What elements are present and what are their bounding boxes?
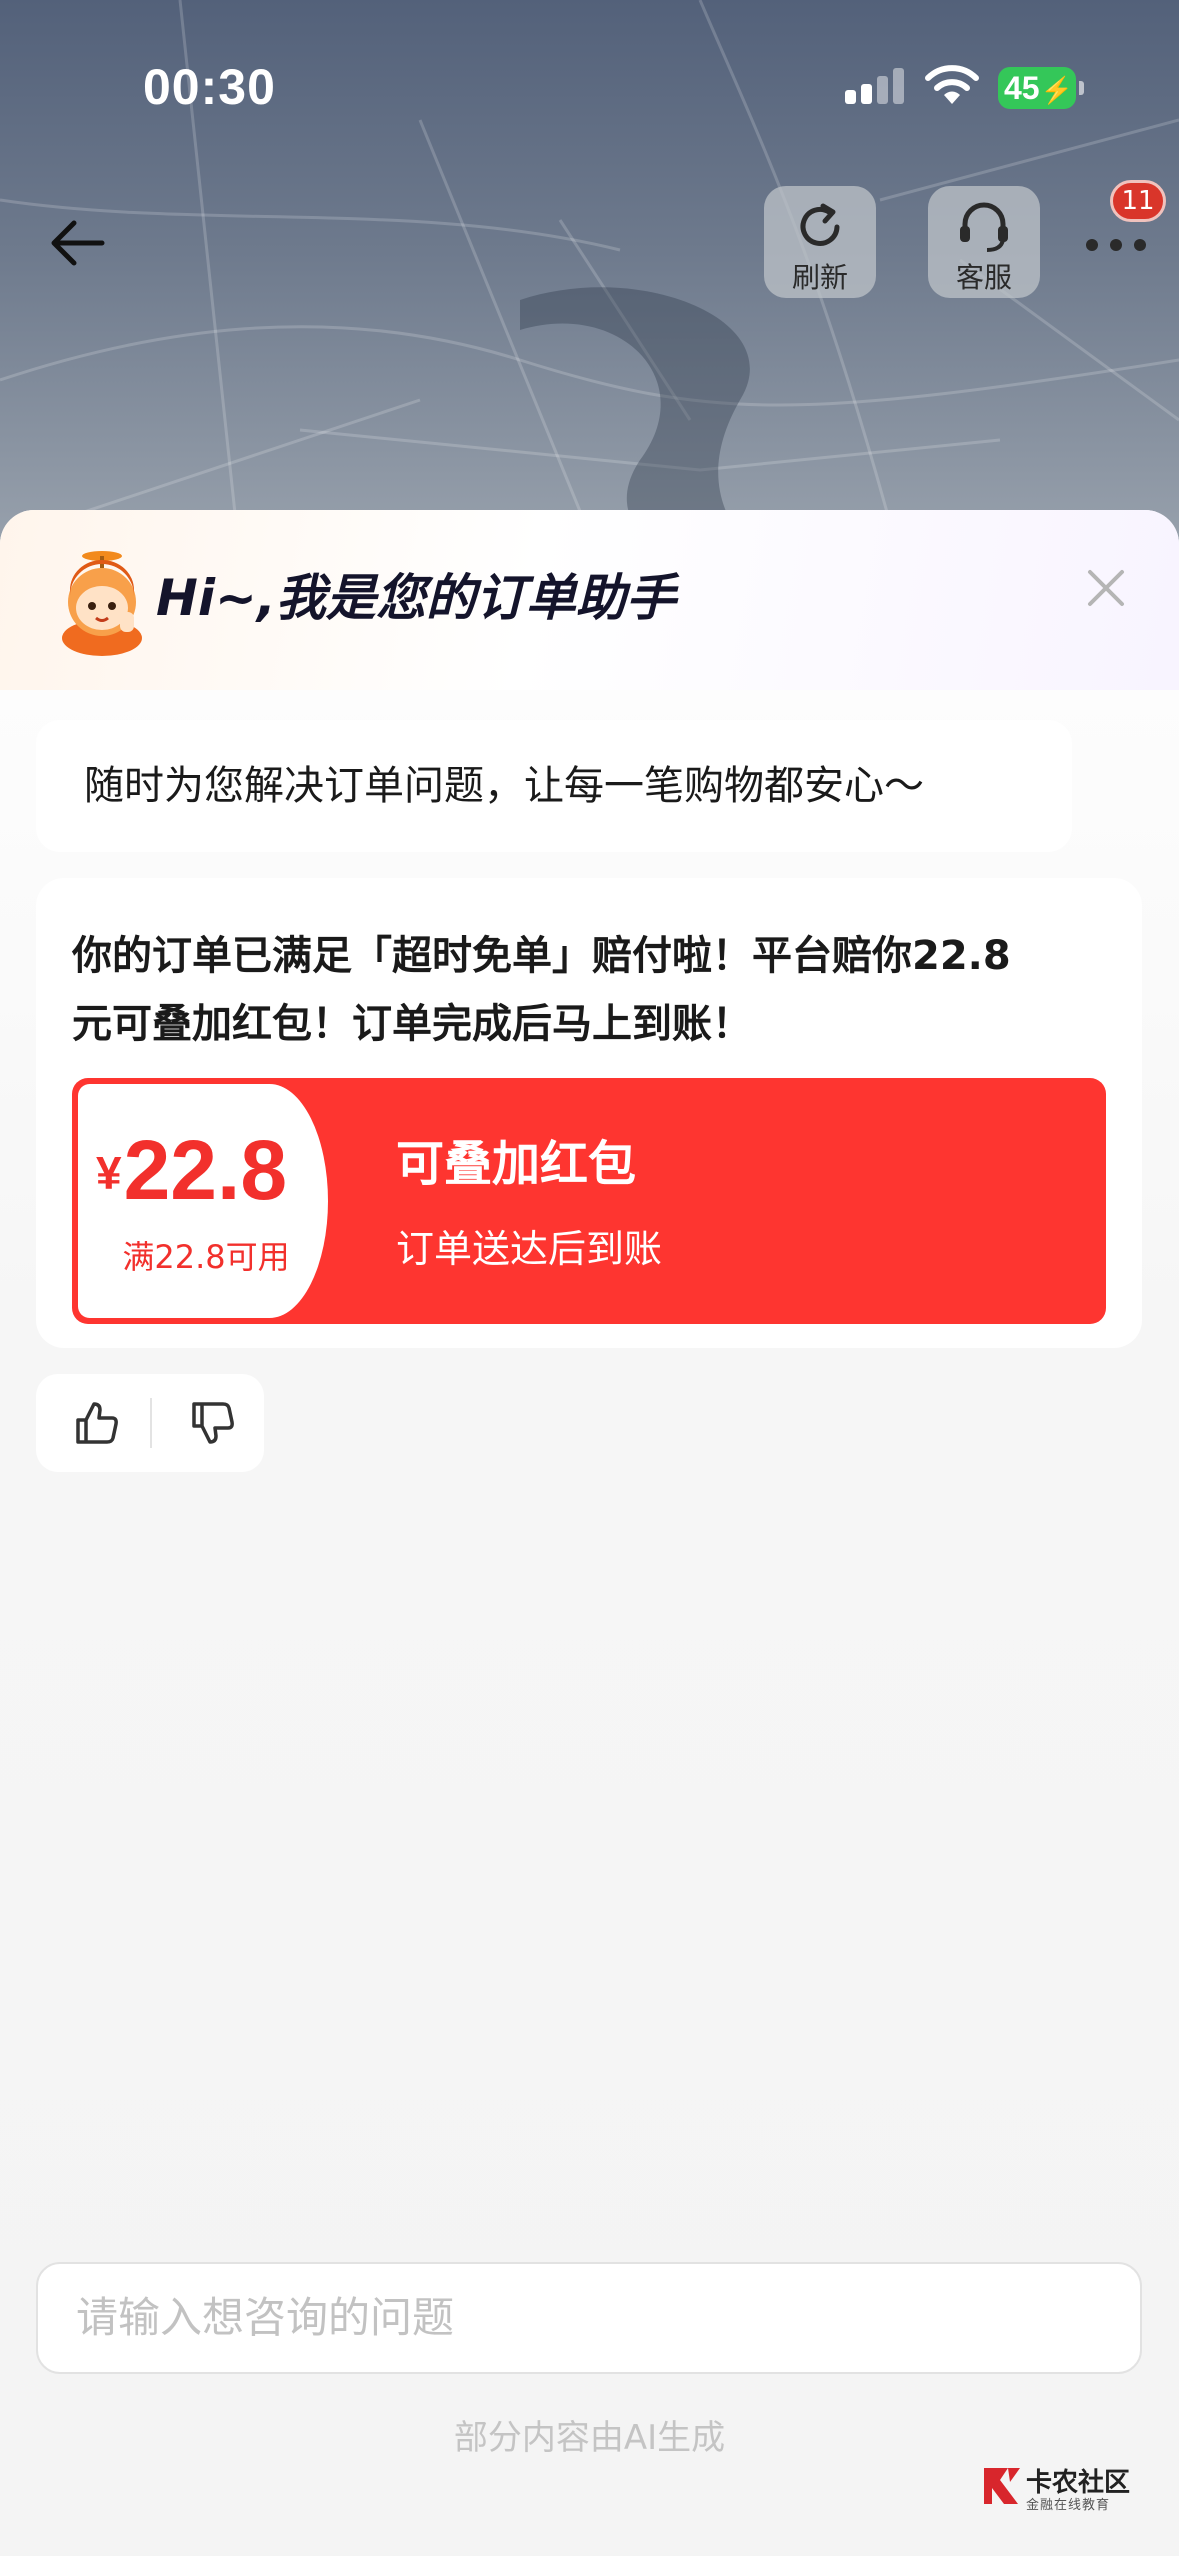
feedback-bar xyxy=(36,1374,264,1472)
status-time: 00:30 xyxy=(143,59,276,115)
more-menu-icon[interactable] xyxy=(1080,220,1152,270)
question-input[interactable]: 请输入想咨询的问题 xyxy=(36,2262,1142,2374)
refresh-label: 刷新 xyxy=(791,261,848,294)
customer-service-button[interactable]: 客服 xyxy=(928,186,1040,298)
headset-icon xyxy=(960,202,1008,252)
close-icon[interactable] xyxy=(1086,568,1126,608)
coupon-title: 可叠加红包 xyxy=(396,1136,637,1192)
coupon-amount-value: 22.8 xyxy=(123,1123,288,1217)
compensation-text: 你的订单已满足「超时免单」赔付啦！平台赔你22.8 元可叠加红包！订单完成后马上… xyxy=(72,922,1112,1058)
service-label: 客服 xyxy=(955,261,1012,294)
refresh-icon xyxy=(800,203,840,246)
thumbs-up-icon[interactable] xyxy=(72,1398,122,1448)
thumbs-down-icon[interactable] xyxy=(188,1398,238,1448)
coupon-subtitle: 订单送达后到账 xyxy=(396,1227,663,1271)
currency-symbol: ¥ xyxy=(96,1147,122,1199)
coupon-value-panel: ¥22.8 满22.8可用 xyxy=(78,1084,328,1318)
charging-bolt-icon: ⚡ xyxy=(1040,75,1073,105)
cellular-signal-icon xyxy=(845,68,904,104)
watermark-logo-icon xyxy=(984,2468,1020,2504)
watermark-subtitle: 金融在线教育 xyxy=(1026,2498,1111,2513)
ai-generated-note: 部分内容由AI生成 xyxy=(453,2418,726,2458)
battery-level: 45 xyxy=(1004,70,1040,106)
notification-badge: 11 xyxy=(1110,180,1166,222)
feedback-divider xyxy=(150,1398,152,1448)
coupon-condition: 满22.8可用 xyxy=(122,1238,290,1276)
back-arrow-icon[interactable] xyxy=(44,208,114,278)
compensation-text-line1: 你的订单已满足「超时免单」赔付啦！平台赔你22.8 xyxy=(72,933,1011,979)
intro-message: 随时为您解决订单问题，让每一笔购物都安心～ xyxy=(36,720,1072,852)
order-assistant-sheet: Hi~,我是您的订单助手 随时为您解决订单问题，让每一笔购物都安心～ 你的订单已… xyxy=(0,510,1179,2556)
red-packet-coupon[interactable]: ¥22.8 满22.8可用 可叠加红包 订单送达后到账 xyxy=(72,1078,1106,1324)
assistant-avatar xyxy=(62,551,142,656)
compensation-text-line2: 元可叠加红包！订单完成后马上到账！ xyxy=(72,1001,752,1047)
assistant-greeting: Hi~,我是您的订单助手 xyxy=(156,569,676,627)
battery-indicator: 45⚡ xyxy=(998,67,1084,109)
coupon-amount: ¥22.8 xyxy=(96,1122,336,1219)
wifi-icon xyxy=(925,65,979,104)
refresh-button[interactable]: 刷新 xyxy=(764,186,876,298)
compensation-message-card: 你的订单已满足「超时免单」赔付啦！平台赔你22.8 元可叠加红包！订单完成后马上… xyxy=(36,878,1142,1348)
